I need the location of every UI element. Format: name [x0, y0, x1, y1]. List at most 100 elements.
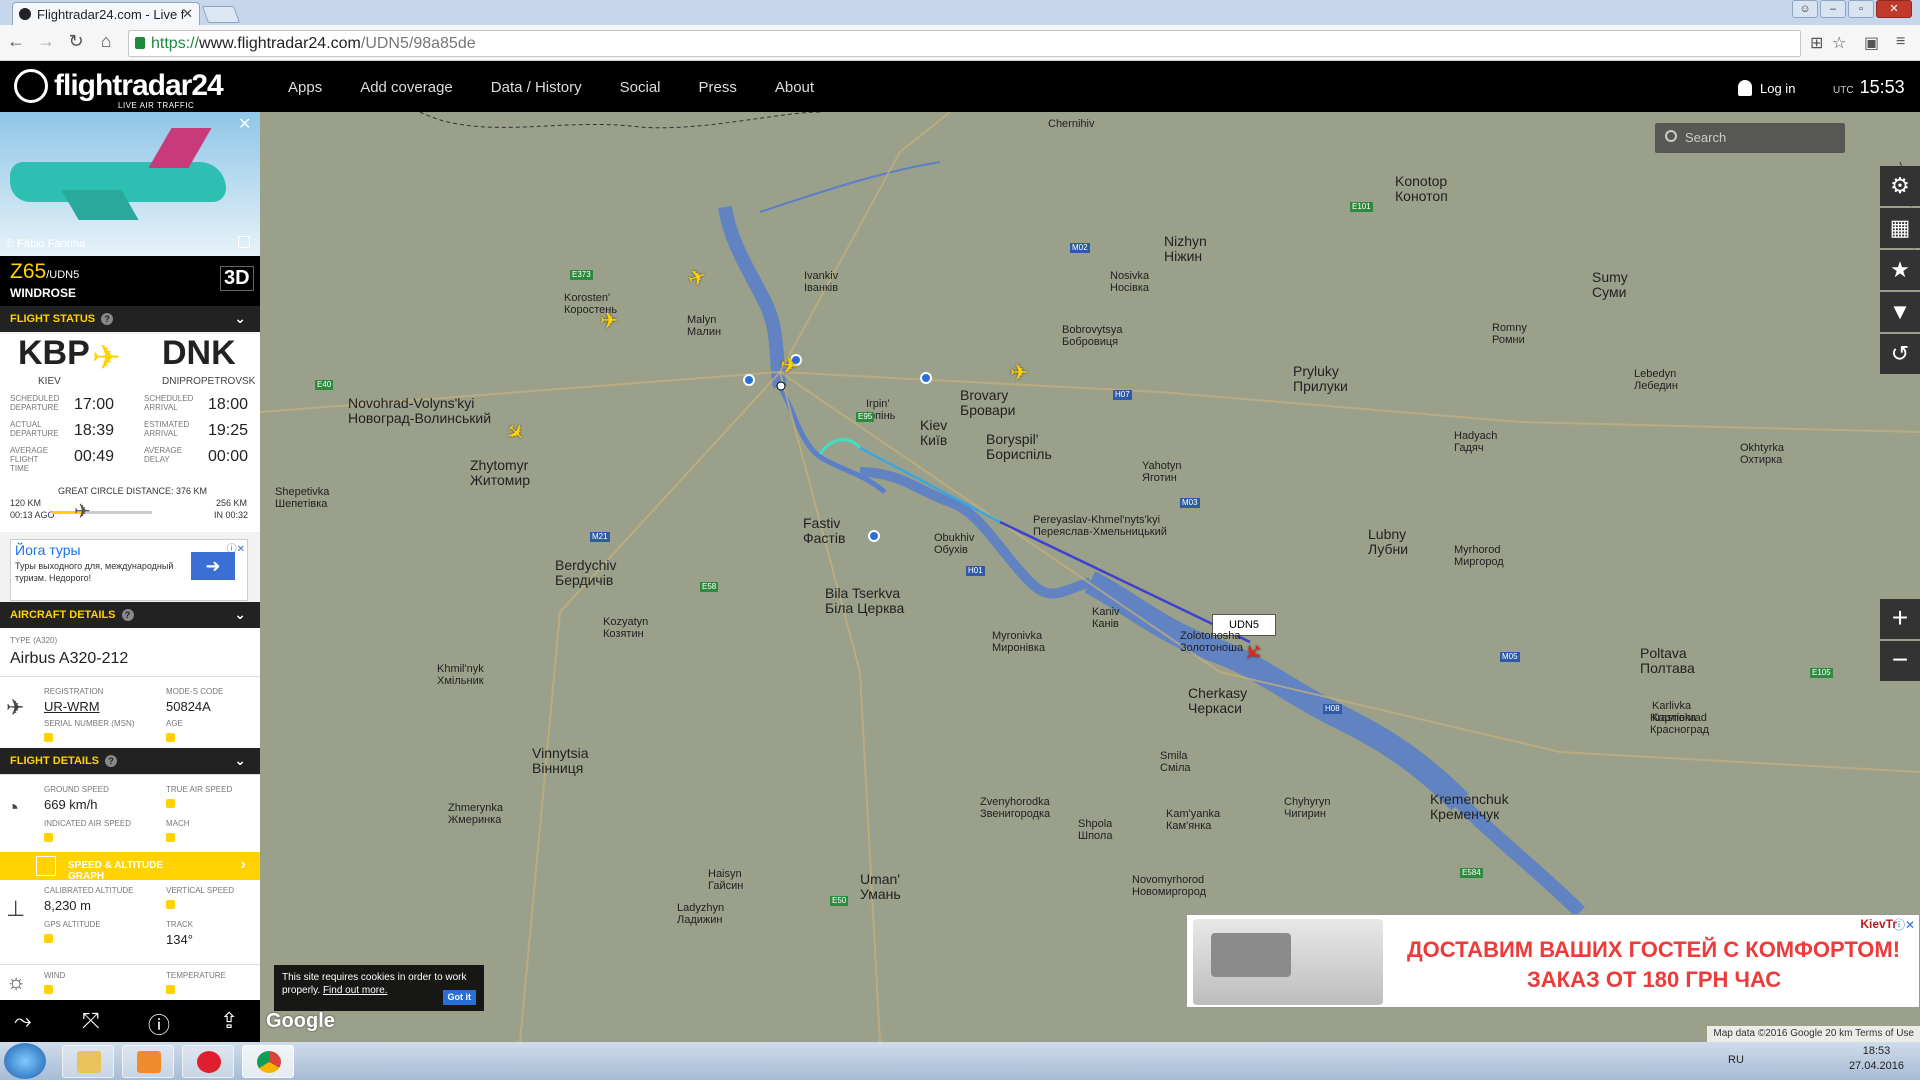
user-icon[interactable]: ☺: [1792, 0, 1818, 18]
star-icon[interactable]: ☆: [1832, 33, 1846, 53]
city-label: Obukhiv Обухів: [934, 532, 975, 556]
translate-icon[interactable]: ⊞: [1810, 33, 1823, 53]
view-3d-button[interactable]: 3D: [220, 266, 254, 291]
aircraft-photo[interactable]: © Fábio Farinha ✕: [0, 112, 260, 256]
origin-code[interactable]: KBP: [18, 334, 90, 373]
origin-city: KIEV: [38, 376, 61, 387]
aircraft-icon[interactable]: ✈: [1010, 362, 1028, 384]
language-indicator[interactable]: RU: [1728, 1054, 1744, 1066]
zoom-in-button[interactable]: +: [1880, 599, 1920, 639]
maximize-button[interactable]: ▫: [1848, 0, 1874, 18]
times-table: SCHEDULED DEPARTURE 17:00 SCHEDULED ARRI…: [0, 389, 260, 484]
ad-close-icon[interactable]: ⓘ✕: [1893, 916, 1915, 933]
flight-details-header[interactable]: FLIGHT DETAILS? ⌄: [0, 748, 260, 774]
lock-icon[interactable]: [44, 934, 53, 943]
help-icon[interactable]: ?: [101, 313, 114, 325]
lock-icon[interactable]: [166, 799, 175, 808]
city-label: Pryluky Прилуки: [1293, 363, 1348, 394]
alert-icon[interactable]: ⓘ: [148, 1008, 170, 1040]
lock-icon[interactable]: [166, 900, 175, 909]
lock-icon[interactable]: [44, 733, 53, 742]
menu-data-history[interactable]: Data / History: [491, 79, 582, 96]
registration[interactable]: UR-WRM: [44, 699, 100, 714]
filter-icon[interactable]: ▼: [1880, 292, 1920, 332]
tab-title: Flightradar24.com - Live f: [37, 7, 185, 22]
road-shield: E101: [1350, 202, 1373, 212]
zoom-out-button[interactable]: −: [1880, 641, 1920, 681]
chevron-down-icon[interactable]: ⌄: [234, 752, 246, 769]
lock-icon[interactable]: [44, 833, 53, 842]
route-icon[interactable]: ⤳: [14, 1008, 32, 1034]
menu-about[interactable]: About: [775, 79, 814, 96]
progress-right-in: IN 00:32: [214, 510, 249, 520]
favorites-star-icon[interactable]: ★: [1880, 250, 1920, 290]
help-icon[interactable]: ?: [105, 755, 118, 767]
search-input[interactable]: Search: [1655, 123, 1845, 153]
close-panel-icon[interactable]: ✕: [238, 114, 251, 134]
grid-view-icon[interactable]: ▦: [1880, 208, 1920, 248]
close-window-button[interactable]: ✕: [1876, 0, 1912, 18]
speed-altitude-graph-button[interactable]: SPEED & ALTITUDE GRAPH ›: [0, 852, 260, 882]
sidebar-ad[interactable]: Йога туры Туры выходного для, международ…: [10, 539, 248, 601]
address-bar[interactable]: https://www.flightradar24.com/UDN5/98a85…: [128, 30, 1801, 57]
lock-icon[interactable]: [166, 733, 175, 742]
flight-trail-climb: [818, 438, 862, 455]
help-icon[interactable]: ?: [121, 609, 134, 621]
airport-pin-icon[interactable]: [743, 374, 755, 386]
chevron-down-icon[interactable]: ⌄: [234, 310, 246, 327]
adchoices-icon[interactable]: ⓘ✕: [227, 540, 245, 555]
road-shield: M21: [590, 532, 610, 542]
chevron-down-icon[interactable]: ⌄: [234, 606, 246, 623]
cookie-notice: This site requires cookies in order to w…: [274, 965, 484, 1011]
media-app[interactable]: [122, 1045, 174, 1078]
login-button[interactable]: Log in: [1738, 80, 1795, 96]
minimize-button[interactable]: –: [1820, 0, 1846, 18]
ad-arrow-icon[interactable]: ➜: [191, 552, 235, 580]
map[interactable]: ✈ ✈ ✈ ✈ ✈ ✈ UDN5 Kiev Київ Brovary Бровари…: [260, 112, 1920, 1042]
cookie-link[interactable]: Find out more.: [323, 985, 387, 996]
aircraft-icon[interactable]: ✈: [778, 352, 800, 380]
photo-credit[interactable]: © Fábio Farinha: [6, 238, 85, 250]
forward-icon[interactable]: →: [34, 31, 58, 52]
menu-add-coverage[interactable]: Add coverage: [360, 79, 453, 96]
browser-tab[interactable]: Flightradar24.com - Live f ✕: [12, 2, 200, 25]
chrome-menu-icon[interactable]: ≡: [1896, 33, 1905, 51]
cookie-ok-button[interactable]: Got it: [442, 990, 476, 1005]
home-icon[interactable]: ⌂: [94, 31, 118, 52]
explorer-app[interactable]: [62, 1045, 114, 1078]
flight-status-header[interactable]: FLIGHT STATUS? ⌄: [0, 306, 260, 332]
settings-icon[interactable]: ⚙: [1880, 166, 1920, 206]
search-icon: [1665, 130, 1677, 142]
new-tab-button[interactable]: [201, 6, 241, 23]
airport-pin-icon[interactable]: [920, 372, 932, 384]
dest-code[interactable]: DNK: [162, 334, 236, 373]
menu-apps[interactable]: Apps: [288, 79, 322, 96]
reload-icon[interactable]: ↻: [64, 31, 88, 52]
clock[interactable]: 18:53 27.04.2016: [1849, 1044, 1904, 1074]
banner-ad[interactable]: ДОСТАВИМ ВАШИХ ГОСТЕЙ С КОМФОРТОМ! ЗАКАЗ…: [1186, 914, 1920, 1008]
map-attribution[interactable]: Map data ©2016 Google 20 km Terms of Use: [1707, 1026, 1920, 1042]
menu-press[interactable]: Press: [699, 79, 737, 96]
aircraft-details-header[interactable]: AIRCRAFT DETAILS? ⌄: [0, 602, 260, 628]
lock-icon[interactable]: [44, 985, 53, 994]
menu-social[interactable]: Social: [620, 79, 661, 96]
airport-kbp-icon[interactable]: [868, 530, 880, 542]
playback-history-icon[interactable]: ↺: [1880, 334, 1920, 374]
start-button[interactable]: [4, 1043, 46, 1079]
external-link-icon[interactable]: [238, 236, 250, 248]
back-icon[interactable]: ←: [4, 31, 28, 52]
city-label: Nosivka Носівка: [1110, 270, 1150, 294]
chrome-app[interactable]: [242, 1045, 294, 1078]
lock-icon[interactable]: [166, 833, 175, 842]
city-label: Berdychiv Бердичів: [555, 557, 617, 588]
close-tab-icon[interactable]: ✕: [182, 6, 193, 22]
logo-ring-icon: [14, 69, 48, 103]
url-scheme: https://: [151, 35, 200, 52]
city-label: Zhytomyr Житомир: [470, 457, 531, 488]
lock-icon[interactable]: [166, 985, 175, 994]
opera-app[interactable]: [182, 1045, 234, 1078]
extension-icon[interactable]: ▣: [1864, 33, 1879, 53]
fullscreen-icon[interactable]: ⤧: [82, 1008, 100, 1034]
share-icon[interactable]: ⇪: [220, 1008, 238, 1034]
city-label: Ladyzhyn Ладижин: [677, 902, 725, 926]
